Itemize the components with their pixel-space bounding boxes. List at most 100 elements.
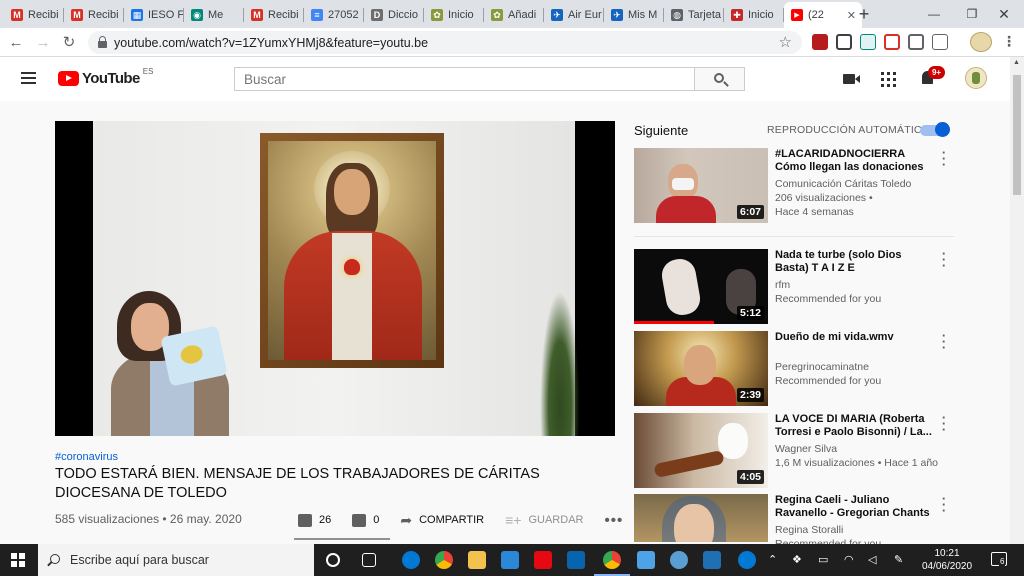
browser-tab-active[interactable]: ▶ (22 ✕	[784, 2, 862, 28]
scrollbar-thumb[interactable]	[1013, 75, 1021, 195]
recommended-title[interactable]: Nada te turbe (solo Dios Basta) T A I Z …	[775, 249, 935, 275]
video-player[interactable]	[55, 121, 615, 436]
edge-icon[interactable]	[402, 551, 420, 569]
site-icon: ✿	[491, 9, 503, 21]
video-thumbnail[interactable]: 5:12	[634, 249, 768, 324]
search-input[interactable]: Buscar	[234, 67, 694, 91]
browser-menu-icon[interactable]: ⋮	[1002, 33, 1016, 50]
recommended-title[interactable]: Dueño de mi vida.wmv	[775, 331, 935, 344]
app-icon[interactable]	[670, 551, 688, 569]
share-button[interactable]: ➦ COMPARTIR	[400, 512, 484, 529]
more-options-icon[interactable]: · · ·	[941, 146, 947, 171]
windows-start-icon[interactable]	[11, 553, 25, 567]
notes-extension-icon[interactable]	[860, 34, 876, 50]
recommended-title[interactable]: #LACARIDADNOCIERRA Cómo llegan las donac…	[775, 148, 935, 174]
school-icon: ▦	[131, 9, 143, 21]
pdf-extension-icon[interactable]	[884, 34, 900, 50]
recommended-title[interactable]: LA VOCE DI MARIA (Roberta Torresi e Paol…	[775, 413, 935, 439]
browser-tab[interactable]: M Recibi	[64, 2, 124, 28]
recommended-video[interactable]: Regina Caeli - Juliano Ravanello - Grego…	[634, 492, 954, 550]
recommended-title[interactable]: Regina Caeli - Juliano Ravanello - Grego…	[775, 494, 935, 520]
more-actions-icon[interactable]: •••	[604, 512, 623, 529]
channel-name[interactable]: Peregrinocaminatne	[775, 361, 869, 373]
file-explorer-icon[interactable]	[468, 551, 486, 569]
channel-name[interactable]: Regina Storalli	[775, 524, 843, 536]
address-bar[interactable]: youtube.com/watch?v=1ZYumxYHMj8&feature=…	[88, 31, 802, 54]
back-button[interactable]: ←	[6, 32, 26, 52]
globe-icon: ◍	[671, 9, 683, 21]
browser-tab[interactable]: ✿ Inicio	[424, 2, 484, 28]
recommended-video[interactable]: 5:12 Nada te turbe (solo Dios Basta) T A …	[634, 247, 954, 324]
more-options-icon[interactable]: · · ·	[941, 411, 947, 436]
forward-button[interactable]: →	[33, 32, 53, 52]
apps-grid-icon[interactable]	[881, 72, 896, 87]
scroll-up-arrow-icon[interactable]: ▲	[1013, 59, 1020, 66]
browser-tab[interactable]: ◍ Tarjeta	[664, 2, 724, 28]
video-thumbnail[interactable]	[634, 494, 768, 542]
pen-icon[interactable]: ✎	[894, 553, 903, 566]
bookmark-star-icon[interactable]: ☆	[779, 33, 792, 51]
dislike-button[interactable]: 0	[352, 513, 379, 527]
browser-tab[interactable]: ✚ Inicio	[724, 2, 784, 28]
lock-icon	[98, 36, 107, 48]
browser-tab[interactable]: ✿ Añadi	[484, 2, 544, 28]
help-icon[interactable]	[738, 551, 756, 569]
save-button[interactable]: ≡+ GUARDAR	[505, 512, 583, 528]
browser-tab[interactable]: ◉ Me	[184, 2, 244, 28]
volume-icon[interactable]: ◁	[868, 553, 876, 566]
chrome-active-icon[interactable]	[594, 551, 630, 576]
more-options-icon[interactable]: · · ·	[941, 247, 947, 272]
new-tab-button[interactable]: +	[854, 4, 874, 25]
video-duration: 5:12	[736, 306, 764, 320]
recommended-video[interactable]: 4:05 LA VOCE DI MARIA (Roberta Torresi e …	[634, 411, 954, 488]
action-center-icon[interactable]: 6	[991, 552, 1007, 566]
recommended-video[interactable]: 2:39 Dueño de mi vida.wmv Peregrinocaminat…	[634, 329, 954, 406]
wifi-icon[interactable]: ◠	[844, 553, 854, 566]
screenshot-extension-icon[interactable]	[908, 34, 924, 50]
search-button[interactable]	[694, 67, 745, 91]
cortana-icon[interactable]	[326, 553, 340, 567]
video-thumbnail[interactable]: 4:05	[634, 413, 768, 488]
browser-tab[interactable]: ≡ 27052	[304, 2, 364, 28]
netflix-icon[interactable]	[534, 551, 552, 569]
close-window-button[interactable]: ✕	[982, 0, 1024, 28]
browser-tab[interactable]: M Recibi	[244, 2, 304, 28]
like-button[interactable]: 26	[298, 513, 331, 527]
hamburger-menu-icon[interactable]	[21, 72, 36, 84]
browser-tab[interactable]: ▦ IESO F	[124, 2, 184, 28]
browser-tab[interactable]: D Diccio	[364, 2, 424, 28]
recommended-video[interactable]: 6:07 #LACARIDADNOCIERRA Cómo llegan las d…	[634, 146, 954, 223]
channel-name[interactable]: Comunicación Cáritas Toledo	[775, 178, 911, 190]
battery-icon[interactable]: ▭	[818, 553, 828, 566]
mail-icon[interactable]	[567, 551, 585, 569]
notes-app-icon[interactable]	[637, 551, 655, 569]
create-video-icon[interactable]	[843, 74, 860, 84]
task-view-icon[interactable]	[362, 553, 376, 567]
chrome-taskbar-icon[interactable]	[435, 551, 453, 569]
cube-extension-icon[interactable]	[836, 34, 852, 50]
youtube-logo[interactable]: YouTube ES	[58, 67, 153, 87]
autoplay-toggle[interactable]	[920, 122, 950, 137]
extension-icon[interactable]	[812, 34, 828, 50]
reload-button[interactable]: ↻	[59, 32, 79, 52]
watch-progress-bar	[634, 321, 715, 324]
browser-tab[interactable]: M Recibi	[4, 2, 64, 28]
channel-name[interactable]: rfm	[775, 279, 790, 291]
browser-tab[interactable]: ✈ Mis M	[604, 2, 664, 28]
store-icon[interactable]	[501, 551, 519, 569]
profile-avatar[interactable]	[970, 32, 992, 52]
system-clock[interactable]: 10:21 04/06/2020	[918, 547, 976, 573]
more-options-icon[interactable]: · · ·	[941, 492, 947, 517]
photos-icon[interactable]	[703, 551, 721, 569]
browser-tab[interactable]: ✈ Air Eur	[544, 2, 604, 28]
more-options-icon[interactable]: · · ·	[941, 329, 947, 354]
video-thumbnail[interactable]: 6:07	[634, 148, 768, 223]
dropbox-icon[interactable]: ❖	[792, 553, 802, 566]
image-extension-icon[interactable]	[932, 34, 948, 50]
video-thumbnail[interactable]: 2:39	[634, 331, 768, 406]
tray-chevron-icon[interactable]: ⌃	[768, 553, 777, 566]
account-avatar[interactable]	[965, 67, 987, 89]
video-hashtag-link[interactable]: #coronavirus	[55, 451, 118, 463]
taskbar-search-box[interactable]: Escribe aquí para buscar	[38, 544, 314, 576]
channel-name[interactable]: Wagner Silva	[775, 443, 837, 455]
